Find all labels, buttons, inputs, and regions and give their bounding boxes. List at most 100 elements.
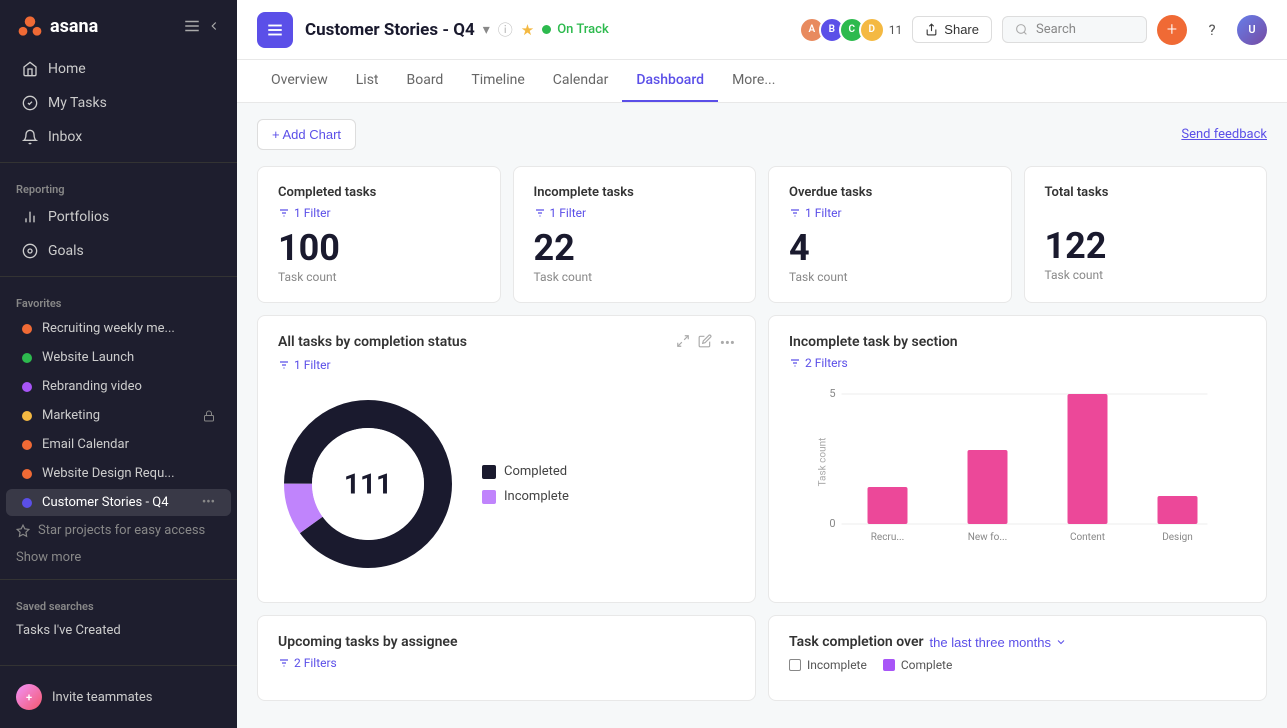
donut-chart-header: All tasks by completion status ••• xyxy=(278,334,735,352)
donut-chart-title: All tasks by completion status xyxy=(278,334,467,350)
stat-card-overdue: Overdue tasks 1 Filter 4 Task count xyxy=(768,166,1012,303)
upcoming-chart-card: Upcoming tasks by assignee 2 Filters xyxy=(257,615,756,701)
topbar: Customer Stories - Q4 ▾ ⓘ ★ On Track A B… xyxy=(237,0,1287,60)
donut-chart-actions: ••• xyxy=(676,334,735,352)
favorite-item-label-1: Website Launch xyxy=(42,350,215,365)
bar-chart-area: 5 0 Task count Recru... New fo... xyxy=(789,382,1246,562)
comp-legend-complete: Complete xyxy=(883,658,953,672)
reporting-section-title: Reporting xyxy=(0,171,237,200)
svg-text:5: 5 xyxy=(829,387,835,400)
topbar-right: A B C D 11 Share Search + ? U xyxy=(799,15,1267,45)
tab-dashboard[interactable]: Dashboard xyxy=(622,60,718,102)
stat-card-overdue-filter[interactable]: 1 Filter xyxy=(789,206,991,220)
more-icon[interactable]: ••• xyxy=(720,334,735,352)
project-title-area: Customer Stories - Q4 ▾ ⓘ ★ On Track xyxy=(305,19,787,40)
project-info-icon[interactable]: ⓘ xyxy=(498,19,513,40)
sidebar-divider xyxy=(0,162,237,163)
donut-chart-filter[interactable]: 1 Filter xyxy=(278,358,735,372)
comp-legend-incomplete-box xyxy=(789,659,801,671)
sidebar-toggle[interactable] xyxy=(183,17,221,35)
user-avatar[interactable]: U xyxy=(1237,15,1267,45)
sidebar-item-mytasks-label: My Tasks xyxy=(48,95,107,111)
goals-icon xyxy=(22,243,38,259)
stat-card-overdue-value: 4 xyxy=(789,230,991,266)
favorite-item-label-5: Website Design Requ... xyxy=(42,466,215,481)
portfolios-icon xyxy=(22,209,38,225)
sidebar-divider-2 xyxy=(0,276,237,277)
menu-icon xyxy=(266,21,284,39)
completion-title-row: Task completion over the last three mont… xyxy=(789,634,1067,650)
favorite-item-1[interactable]: Website Launch xyxy=(6,344,231,371)
share-button[interactable]: Share xyxy=(912,16,992,43)
expand-icon[interactable] xyxy=(676,334,690,352)
asana-logo-icon xyxy=(16,12,44,40)
send-feedback-link[interactable]: Send feedback xyxy=(1181,127,1267,142)
sidebar-header: asana xyxy=(0,0,237,52)
sidebar-item-inbox-label: Inbox xyxy=(48,129,82,145)
invite-teammates-button[interactable]: + Invite teammates xyxy=(0,676,237,718)
legend-label-completed: Completed xyxy=(504,464,567,479)
main-content: Customer Stories - Q4 ▾ ⓘ ★ On Track A B… xyxy=(237,0,1287,728)
legend-dot-completed xyxy=(482,465,496,479)
add-button[interactable]: + xyxy=(1157,15,1187,45)
filter-icon-donut xyxy=(278,359,290,371)
filter-icon-2 xyxy=(534,207,546,219)
show-more-item[interactable]: Show more xyxy=(0,544,237,571)
project-star-icon[interactable]: ★ xyxy=(521,21,534,39)
sidebar-item-inbox[interactable]: Inbox xyxy=(6,121,231,153)
project-menu-button[interactable] xyxy=(257,12,293,48)
tab-calendar[interactable]: Calendar xyxy=(539,60,623,102)
stat-card-completed: Completed tasks 1 Filter 100 Task count xyxy=(257,166,501,303)
favorite-item-3[interactable]: Marketing xyxy=(6,402,231,429)
filter-icon-bar xyxy=(789,357,801,369)
stat-card-completed-filter[interactable]: 1 Filter xyxy=(278,206,480,220)
search-bar[interactable]: Search xyxy=(1002,16,1147,43)
home-icon xyxy=(22,61,38,77)
bar-newfo xyxy=(968,450,1008,524)
star-projects-label: Star projects for easy access xyxy=(38,523,205,538)
add-chart-button[interactable]: + Add Chart xyxy=(257,119,356,150)
favorite-dot-2 xyxy=(22,382,32,392)
svg-text:New fo...: New fo... xyxy=(968,531,1008,543)
favorite-item-5[interactable]: Website Design Requ... xyxy=(6,460,231,487)
saved-searches-title: Saved searches xyxy=(0,588,237,617)
legend-incomplete: Incomplete xyxy=(482,489,569,504)
saved-search-item-0[interactable]: Tasks I've Created xyxy=(0,617,237,644)
lock-icon xyxy=(203,410,215,422)
share-label: Share xyxy=(944,22,979,37)
favorite-item-6[interactable]: Customer Stories - Q4 ••• xyxy=(6,489,231,516)
project-chevron-icon[interactable]: ▾ xyxy=(483,22,490,38)
favorite-item-2[interactable]: Rebranding video xyxy=(6,373,231,400)
sidebar-item-home[interactable]: Home xyxy=(6,53,231,85)
sidebar-item-mytasks[interactable]: My Tasks xyxy=(6,87,231,119)
stat-card-completed-label: Task count xyxy=(278,270,480,284)
sidebar-item-portfolios[interactable]: Portfolios xyxy=(6,201,231,233)
check-circle-icon xyxy=(22,95,38,111)
time-period-button[interactable]: the last three months xyxy=(930,635,1067,650)
upcoming-chart-filter[interactable]: 2 Filters xyxy=(278,656,735,670)
tab-list[interactable]: List xyxy=(342,60,393,102)
dashboard-content: + Add Chart Send feedback Completed task… xyxy=(237,103,1287,728)
stat-cards-row: Completed tasks 1 Filter 100 Task count … xyxy=(257,166,1267,303)
edit-icon[interactable] xyxy=(698,334,712,352)
asana-logo[interactable]: asana xyxy=(16,12,98,40)
help-button[interactable]: ? xyxy=(1197,15,1227,45)
tab-more[interactable]: More... xyxy=(718,60,789,102)
tab-board[interactable]: Board xyxy=(393,60,458,102)
tab-timeline[interactable]: Timeline xyxy=(457,60,538,102)
stat-card-incomplete-filter[interactable]: 1 Filter xyxy=(534,206,736,220)
stat-card-incomplete-title: Incomplete tasks xyxy=(534,185,736,200)
favorite-item-4[interactable]: Email Calendar xyxy=(6,431,231,458)
sidebar-item-goals-label: Goals xyxy=(48,243,84,259)
invite-label: Invite teammates xyxy=(52,690,153,705)
charts-row: All tasks by completion status ••• 1 Fil… xyxy=(257,315,1267,603)
sidebar-item-goals[interactable]: Goals xyxy=(6,235,231,267)
favorite-item-0[interactable]: Recruiting weekly me... xyxy=(6,315,231,342)
avatar-4: D xyxy=(859,17,885,43)
stat-card-incomplete-value: 22 xyxy=(534,230,736,266)
tab-overview[interactable]: Overview xyxy=(257,60,342,102)
favorite-item-more-icon[interactable]: ••• xyxy=(202,495,215,510)
bar-chart-filter[interactable]: 2 Filters xyxy=(789,356,1246,370)
star-projects-item[interactable]: Star projects for easy access xyxy=(0,517,237,544)
legend-dot-incomplete xyxy=(482,490,496,504)
